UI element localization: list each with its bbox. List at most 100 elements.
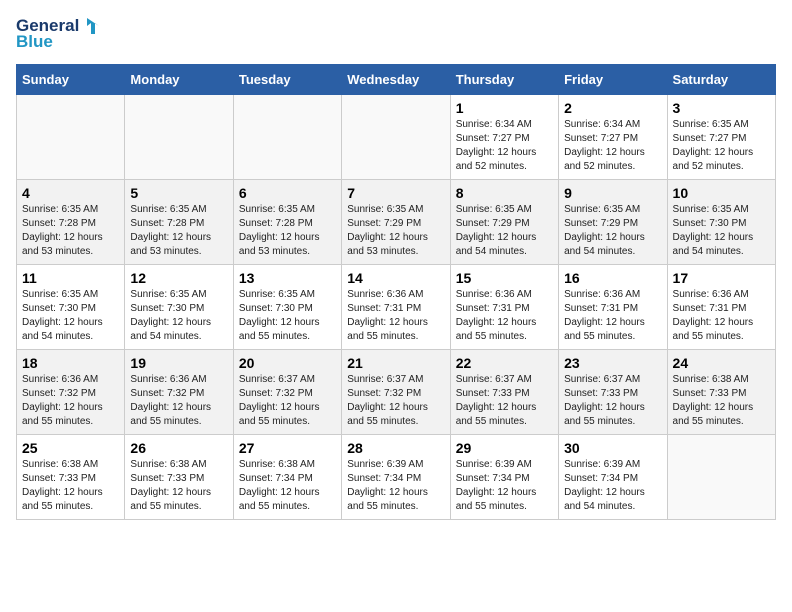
day-info: Sunrise: 6:36 AM Sunset: 7:32 PM Dayligh… <box>130 373 227 429</box>
weekday-header-monday: Monday <box>125 65 233 95</box>
header: General Blue <box>16 16 776 52</box>
calendar-cell: 21Sunrise: 6:37 AM Sunset: 7:32 PM Dayli… <box>342 350 450 435</box>
calendar-cell: 10 Sunrise: 6:35 AM Sunset: 7:30 PM Dayli… <box>667 180 775 265</box>
calendar-cell: 29 Sunrise: 6:39 AM Sunset: 7:34 PM Dayli… <box>450 435 558 520</box>
calendar-cell: 2 Sunrise: 6:34 AM Sunset: 7:27 PM Daylig… <box>559 95 667 180</box>
day-info: Sunrise: 6:35 AM Sunset: 7:28 PM Dayligh… <box>130 203 227 259</box>
calendar-cell: 19 Sunrise: 6:36 AM Sunset: 7:32 PM Dayli… <box>125 350 233 435</box>
day-number: 7 <box>347 185 444 201</box>
day-info: Sunrise: 6:35 AM Sunset: 7:30 PM Dayligh… <box>22 288 119 344</box>
day-number: 16 <box>564 270 661 286</box>
day-info: Sunrise: 6:36 AM Sunset: 7:31 PM Dayligh… <box>673 288 770 344</box>
calendar-week-2: 4 Sunrise: 6:35 AM Sunset: 7:28 PM Daylig… <box>17 180 776 265</box>
calendar-cell: 24 Sunrise: 6:38 AM Sunset: 7:33 PM Dayli… <box>667 350 775 435</box>
day-info: Sunrise: 6:35 AM Sunset: 7:30 PM Dayligh… <box>130 288 227 344</box>
day-info: Sunrise: 6:38 AM Sunset: 7:34 PM Dayligh… <box>239 458 336 514</box>
day-number: 8 <box>456 185 553 201</box>
day-info: Sunrise: 6:38 AM Sunset: 7:33 PM Dayligh… <box>673 373 770 429</box>
day-number: 5 <box>130 185 227 201</box>
day-number: 12 <box>130 270 227 286</box>
calendar-cell: 7 Sunrise: 6:35 AM Sunset: 7:29 PM Daylig… <box>342 180 450 265</box>
calendar-cell: 6Sunrise: 6:35 AM Sunset: 7:28 PM Daylig… <box>233 180 341 265</box>
day-info: Sunrise: 6:35 AM Sunset: 7:28 PM Dayligh… <box>239 203 336 259</box>
day-number: 4 <box>22 185 119 201</box>
calendar-cell: 1Sunrise: 6:34 AM Sunset: 7:27 PM Daylig… <box>450 95 558 180</box>
calendar-cell <box>342 95 450 180</box>
day-number: 19 <box>130 355 227 371</box>
day-number: 14 <box>347 270 444 286</box>
day-info: Sunrise: 6:37 AM Sunset: 7:32 PM Dayligh… <box>239 373 336 429</box>
day-number: 15 <box>456 270 553 286</box>
day-info: Sunrise: 6:34 AM Sunset: 7:27 PM Dayligh… <box>456 118 553 174</box>
calendar-cell: 4 Sunrise: 6:35 AM Sunset: 7:28 PM Daylig… <box>17 180 125 265</box>
calendar-week-4: 18Sunrise: 6:36 AM Sunset: 7:32 PM Dayli… <box>17 350 776 435</box>
day-info: Sunrise: 6:39 AM Sunset: 7:34 PM Dayligh… <box>456 458 553 514</box>
calendar-table: SundayMondayTuesdayWednesdayThursdayFrid… <box>16 64 776 520</box>
day-info: Sunrise: 6:35 AM Sunset: 7:30 PM Dayligh… <box>239 288 336 344</box>
day-number: 20 <box>239 355 336 371</box>
calendar-header: SundayMondayTuesdayWednesdayThursdayFrid… <box>17 65 776 95</box>
day-number: 25 <box>22 440 119 456</box>
day-number: 13 <box>239 270 336 286</box>
calendar-cell <box>17 95 125 180</box>
day-number: 21 <box>347 355 444 371</box>
calendar-cell: 15 Sunrise: 6:36 AM Sunset: 7:31 PM Dayli… <box>450 265 558 350</box>
day-number: 9 <box>564 185 661 201</box>
day-number: 2 <box>564 100 661 116</box>
calendar-cell: 5 Sunrise: 6:35 AM Sunset: 7:28 PM Daylig… <box>125 180 233 265</box>
logo-blue: Blue <box>16 32 53 52</box>
day-number: 22 <box>456 355 553 371</box>
calendar-cell <box>667 435 775 520</box>
calendar-cell: 3Sunrise: 6:35 AM Sunset: 7:27 PM Daylig… <box>667 95 775 180</box>
day-info: Sunrise: 6:35 AM Sunset: 7:29 PM Dayligh… <box>347 203 444 259</box>
day-info: Sunrise: 6:36 AM Sunset: 7:31 PM Dayligh… <box>456 288 553 344</box>
day-number: 26 <box>130 440 227 456</box>
day-number: 17 <box>673 270 770 286</box>
calendar-week-5: 25 Sunrise: 6:38 AM Sunset: 7:33 PM Dayli… <box>17 435 776 520</box>
calendar-cell: 13 Sunrise: 6:35 AM Sunset: 7:30 PM Dayli… <box>233 265 341 350</box>
day-info: Sunrise: 6:36 AM Sunset: 7:31 PM Dayligh… <box>564 288 661 344</box>
calendar-cell: 17 Sunrise: 6:36 AM Sunset: 7:31 PM Dayli… <box>667 265 775 350</box>
day-number: 28 <box>347 440 444 456</box>
logo: General Blue <box>16 16 103 52</box>
day-info: Sunrise: 6:34 AM Sunset: 7:27 PM Dayligh… <box>564 118 661 174</box>
day-number: 3 <box>673 100 770 116</box>
day-number: 10 <box>673 185 770 201</box>
day-info: Sunrise: 6:36 AM Sunset: 7:31 PM Dayligh… <box>347 288 444 344</box>
calendar-week-1: 1Sunrise: 6:34 AM Sunset: 7:27 PM Daylig… <box>17 95 776 180</box>
day-info: Sunrise: 6:38 AM Sunset: 7:33 PM Dayligh… <box>130 458 227 514</box>
logo-text: General Blue <box>16 16 103 52</box>
calendar-cell: 30 Sunrise: 6:39 AM Sunset: 7:34 PM Dayli… <box>559 435 667 520</box>
calendar-cell: 12 Sunrise: 6:35 AM Sunset: 7:30 PM Dayli… <box>125 265 233 350</box>
day-info: Sunrise: 6:35 AM Sunset: 7:30 PM Dayligh… <box>673 203 770 259</box>
weekday-header-wednesday: Wednesday <box>342 65 450 95</box>
day-info: Sunrise: 6:35 AM Sunset: 7:28 PM Dayligh… <box>22 203 119 259</box>
calendar-cell: 20 Sunrise: 6:37 AM Sunset: 7:32 PM Dayli… <box>233 350 341 435</box>
calendar-cell: 23 Sunrise: 6:37 AM Sunset: 7:33 PM Dayli… <box>559 350 667 435</box>
weekday-header-thursday: Thursday <box>450 65 558 95</box>
calendar-cell: 18Sunrise: 6:36 AM Sunset: 7:32 PM Dayli… <box>17 350 125 435</box>
day-info: Sunrise: 6:37 AM Sunset: 7:33 PM Dayligh… <box>456 373 553 429</box>
calendar-cell: 25 Sunrise: 6:38 AM Sunset: 7:33 PM Dayli… <box>17 435 125 520</box>
day-number: 27 <box>239 440 336 456</box>
day-number: 30 <box>564 440 661 456</box>
calendar-cell: 27 Sunrise: 6:38 AM Sunset: 7:34 PM Dayli… <box>233 435 341 520</box>
logo-arrow-icon <box>81 16 103 36</box>
day-info: Sunrise: 6:39 AM Sunset: 7:34 PM Dayligh… <box>564 458 661 514</box>
weekday-header-friday: Friday <box>559 65 667 95</box>
calendar-cell: 9Sunrise: 6:35 AM Sunset: 7:29 PM Daylig… <box>559 180 667 265</box>
day-info: Sunrise: 6:38 AM Sunset: 7:33 PM Dayligh… <box>22 458 119 514</box>
calendar-cell: 26 Sunrise: 6:38 AM Sunset: 7:33 PM Dayli… <box>125 435 233 520</box>
calendar-cell: 28 Sunrise: 6:39 AM Sunset: 7:34 PM Dayli… <box>342 435 450 520</box>
calendar-cell <box>233 95 341 180</box>
calendar-cell: 8Sunrise: 6:35 AM Sunset: 7:29 PM Daylig… <box>450 180 558 265</box>
day-number: 11 <box>22 270 119 286</box>
day-info: Sunrise: 6:37 AM Sunset: 7:33 PM Dayligh… <box>564 373 661 429</box>
day-number: 24 <box>673 355 770 371</box>
calendar-cell: 16 Sunrise: 6:36 AM Sunset: 7:31 PM Dayli… <box>559 265 667 350</box>
calendar-week-3: 11 Sunrise: 6:35 AM Sunset: 7:30 PM Dayli… <box>17 265 776 350</box>
day-number: 29 <box>456 440 553 456</box>
day-number: 23 <box>564 355 661 371</box>
day-info: Sunrise: 6:39 AM Sunset: 7:34 PM Dayligh… <box>347 458 444 514</box>
weekday-header-sunday: Sunday <box>17 65 125 95</box>
